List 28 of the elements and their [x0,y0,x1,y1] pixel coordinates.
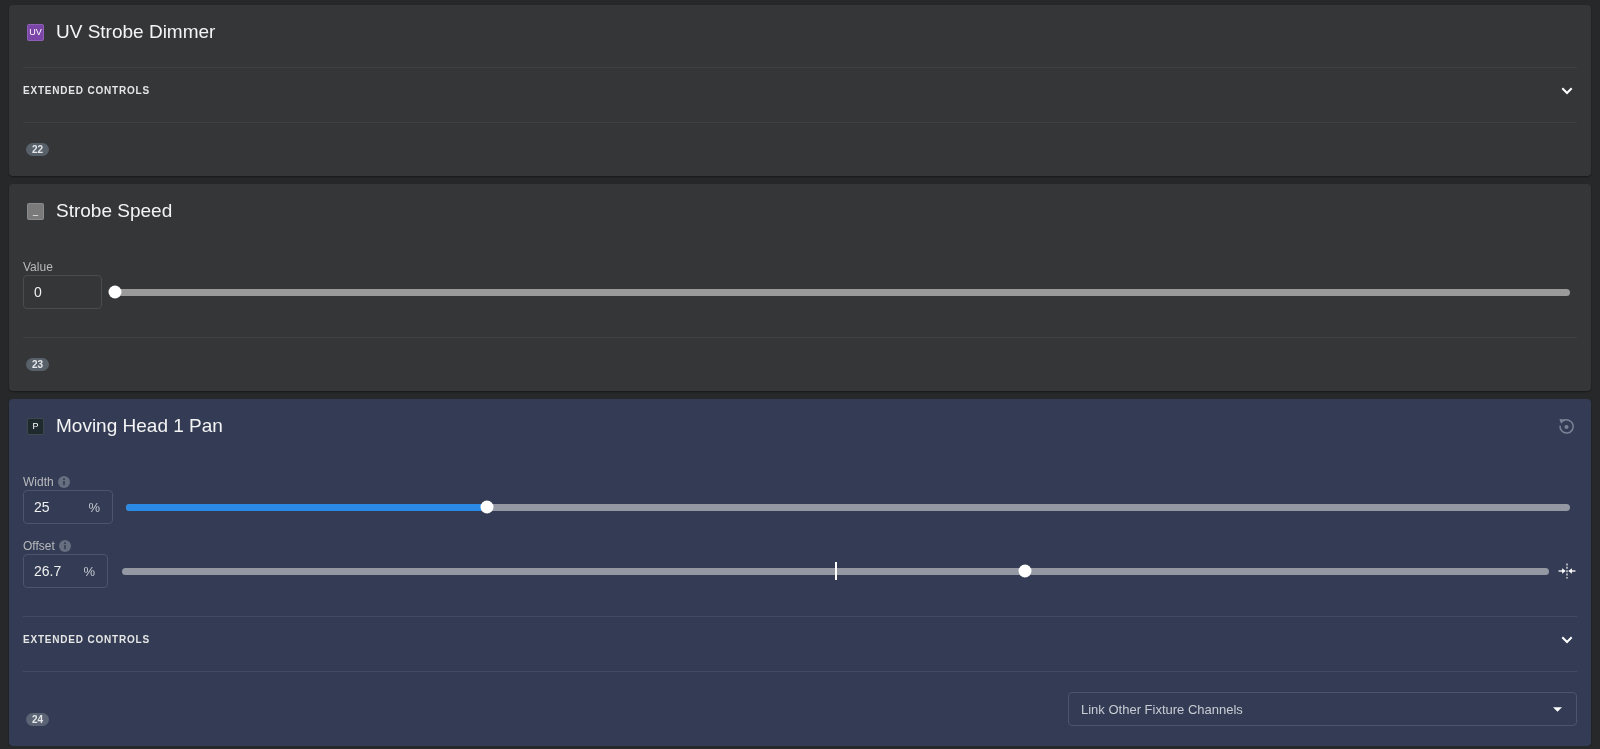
caret-icon [1553,706,1562,712]
channel-title: Moving Head 1 Pan [56,414,223,438]
channel-type-tag: P [27,417,44,435]
channel-card[interactable]: P Moving Head 1 Pan Width 25 % Offset 26.7 % EXTENDED CONTROLS 24 Link Other Fixture Channels [9,399,1591,746]
slider-thumb[interactable] [108,285,122,299]
channel-number-badge: 22 [26,143,50,156]
extended-controls-toggle[interactable]: EXTENDED CONTROLS [23,67,1577,122]
field-label: Width [23,475,54,489]
center-marker-icon [834,562,837,580]
channel-number-badge: 24 [26,713,50,726]
channel-type-tag: UV [27,23,44,41]
value-field[interactable]: 25 % [23,490,113,524]
field-label: Value [23,260,53,274]
channel-type-tag: _ [27,202,44,220]
slider-thumb[interactable] [480,500,494,514]
reset-icon[interactable] [1558,417,1575,435]
link-channels-dropdown[interactable]: Link Other Fixture Channels [1068,692,1577,726]
value-field[interactable]: 0 [23,275,102,309]
center-align-icon[interactable] [1558,563,1576,579]
field-label: Offset [23,539,55,553]
extended-controls-toggle[interactable]: EXTENDED CONTROLS [23,616,1577,671]
channel-title: Strobe Speed [56,199,173,223]
channel-title: UV Strobe Dimmer [56,20,216,44]
value-field[interactable]: 26.7 % [23,554,108,588]
channel-number-badge: 23 [26,358,50,371]
channel-card[interactable]: UV UV Strobe Dimmer EXTENDED CONTROLS 22 [9,5,1591,176]
slider-thumb[interactable] [1018,564,1032,578]
channel-card[interactable]: _ Strobe Speed Value 0 23 [9,184,1591,391]
